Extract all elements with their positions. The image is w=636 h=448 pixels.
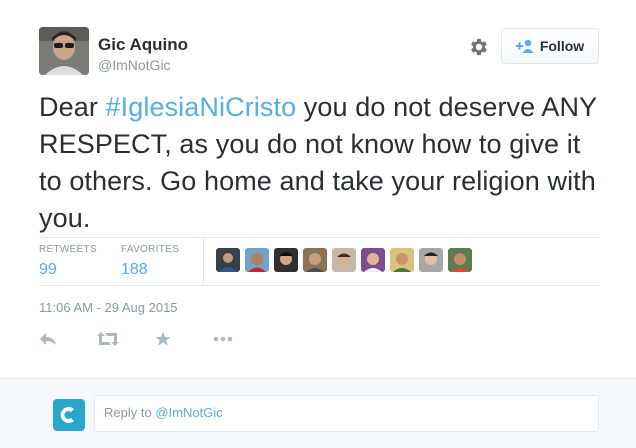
tweet-timestamp[interactable]: 11:06 AM - 29 Aug 2015 — [39, 300, 178, 315]
favoriter-avatar[interactable] — [419, 248, 443, 272]
tweet-text-start: Dear — [39, 92, 106, 122]
follow-button[interactable]: Follow — [501, 28, 599, 64]
more-action[interactable] — [213, 330, 271, 348]
favoriter-avatar[interactable] — [245, 248, 269, 272]
add-user-icon — [515, 39, 534, 53]
author-handle[interactable]: @ImNotGic — [98, 57, 171, 73]
tweet-actions — [39, 330, 271, 348]
favorite-icon — [155, 331, 171, 346]
retweets-stat[interactable]: RETWEETS 99 — [39, 244, 97, 279]
current-user-avatar — [53, 399, 85, 431]
retweet-action[interactable] — [97, 330, 155, 348]
favorites-label: FAVORITES — [121, 244, 180, 255]
favoriters-avatars — [216, 248, 472, 272]
reply-icon — [40, 333, 56, 345]
logo-c-icon — [60, 407, 74, 423]
reply-input[interactable]: Reply to @ImNotGic — [94, 395, 599, 432]
retweets-label: RETWEETS — [39, 244, 97, 255]
favorites-count: 188 — [121, 261, 148, 278]
more-icon — [213, 336, 233, 342]
favoriter-avatar[interactable] — [332, 248, 356, 272]
author-avatar[interactable] — [39, 27, 89, 75]
tweet-text: Dear #IglesiaNiCristo you do not deserve… — [39, 89, 609, 237]
divider-bottom — [39, 285, 599, 286]
favoriter-avatar[interactable] — [390, 248, 414, 272]
reply-mention: @ImNotGic — [155, 405, 223, 420]
retweet-icon — [97, 332, 119, 346]
favorites-stat[interactable]: FAVORITES 188 — [121, 244, 179, 279]
reply-prefix: Reply to — [104, 405, 156, 420]
favoriter-avatar[interactable] — [216, 248, 240, 272]
reply-bar: Reply to @ImNotGic — [0, 378, 636, 448]
favoriter-avatar[interactable] — [448, 248, 472, 272]
gear-icon[interactable] — [468, 36, 490, 58]
stats-divider — [203, 238, 204, 284]
favoriter-avatar[interactable] — [274, 248, 298, 272]
retweets-count: 99 — [39, 261, 57, 278]
tweet-card: Gic Aquino @ImNotGic Follow Dear #Iglesi… — [0, 0, 636, 378]
favoriter-avatar[interactable] — [303, 248, 327, 272]
favorite-action[interactable] — [155, 330, 213, 348]
follow-button-label: Follow — [539, 38, 585, 54]
reply-action[interactable] — [39, 330, 97, 348]
divider-top — [39, 237, 599, 238]
hashtag-link[interactable]: #IglesiaNiCristo — [106, 92, 297, 122]
favoriter-avatar[interactable] — [361, 248, 385, 272]
author-name[interactable]: Gic Aquino — [98, 35, 188, 55]
